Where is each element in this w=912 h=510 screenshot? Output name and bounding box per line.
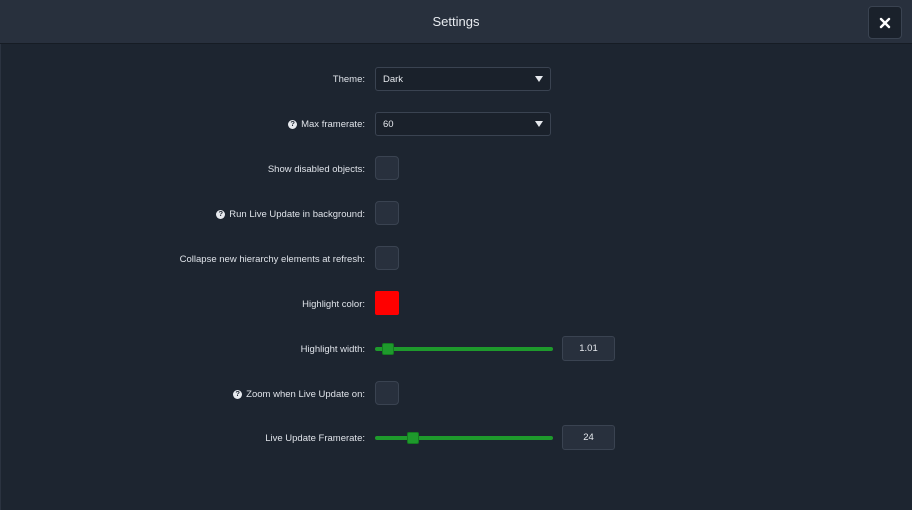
close-icon [879, 17, 891, 28]
slider-track [375, 347, 553, 351]
help-icon[interactable]: ? [216, 209, 226, 219]
title-bar: Settings [0, 0, 912, 44]
collapse-hierarchy-checkbox[interactable] [375, 246, 399, 270]
zoom-live-update-checkbox[interactable] [375, 381, 399, 405]
chevron-down-icon [535, 121, 543, 127]
run-live-update-label: ? Run Live Update in background: [216, 207, 365, 221]
collapse-hierarchy-label: Collapse new hierarchy elements at refre… [179, 253, 365, 265]
run-live-update-checkbox[interactable] [375, 201, 399, 225]
highlight-width-slider[interactable] [375, 343, 553, 355]
theme-dropdown[interactable]: Dark [375, 67, 551, 91]
highlight-color-swatch[interactable] [375, 291, 399, 315]
window-title: Settings [432, 14, 480, 29]
show-disabled-checkbox[interactable] [375, 156, 399, 180]
max-framerate-value: 60 [383, 118, 394, 130]
max-framerate-label: ? Max framerate: [288, 117, 365, 131]
live-update-framerate-slider[interactable] [375, 432, 553, 444]
slider-track [375, 436, 553, 440]
slider-thumb[interactable] [406, 432, 419, 444]
highlight-color-label: Highlight color: [302, 298, 365, 310]
zoom-live-update-label: ? Zoom when Live Update on: [233, 387, 365, 401]
theme-label: Theme: [332, 73, 365, 85]
live-update-framerate-label: Live Update Framerate: [265, 432, 365, 444]
slider-thumb[interactable] [381, 343, 394, 355]
highlight-width-label: Highlight width: [300, 343, 365, 355]
panel-edge [0, 44, 1, 510]
help-icon[interactable]: ? [288, 119, 298, 129]
highlight-width-value[interactable]: 1.01 [562, 336, 615, 361]
close-button[interactable] [868, 6, 902, 39]
show-disabled-label: Show disabled objects: [267, 163, 365, 175]
theme-value: Dark [383, 73, 404, 85]
max-framerate-dropdown[interactable]: 60 [375, 112, 551, 136]
chevron-down-icon [535, 76, 543, 82]
help-icon[interactable]: ? [233, 389, 243, 399]
live-update-framerate-value[interactable]: 24 [562, 425, 615, 450]
